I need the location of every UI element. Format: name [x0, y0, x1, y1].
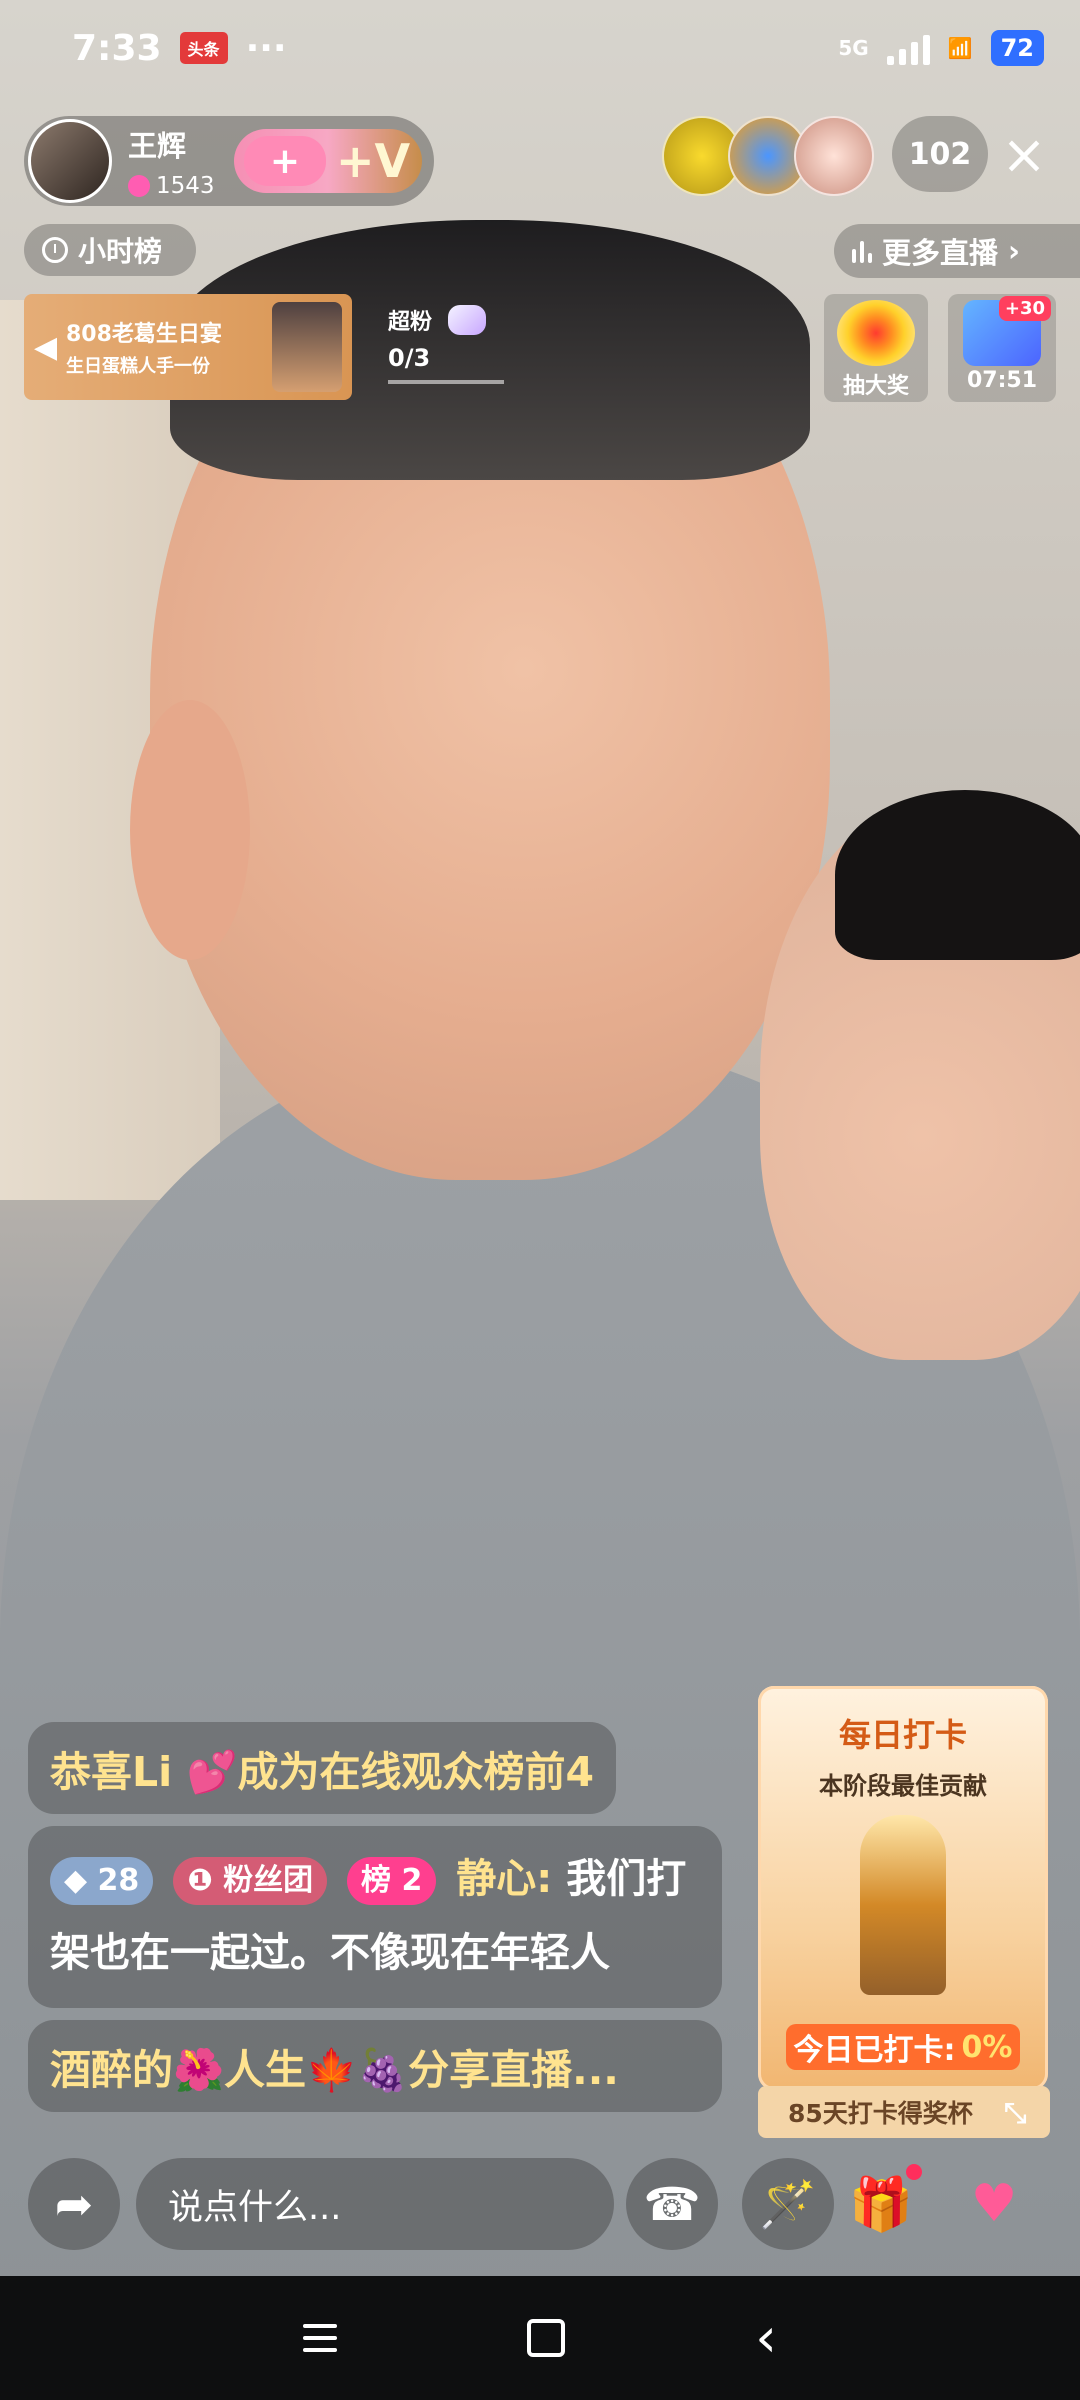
chat-message: 酒醉的🌺人生🍁🍇分享直播...	[28, 2020, 722, 2112]
bonus-timer-widget[interactable]: +30 07:51	[948, 294, 1056, 402]
host-avatar[interactable]	[28, 119, 112, 203]
back-icon[interactable]: ‹	[755, 2311, 777, 2365]
checkin-subtitle: 本阶段最佳贡献	[819, 1772, 987, 1800]
follow-button[interactable]: + +V	[234, 129, 422, 193]
fan-level-icon: ❶	[187, 1863, 213, 1898]
chat-list[interactable]: 恭喜Li 💕成为在线观众榜前4 ◆ 28 ❶ 粉丝团 榜 2 静心: 我们打架也…	[28, 1722, 725, 2124]
checkin-title: 每日打卡	[838, 1716, 967, 1754]
lottery-label: 抽大奖	[842, 374, 909, 399]
status-bar: 7:33 头条 ··· 5G 📶 72	[0, 0, 1080, 96]
v-follow-icon[interactable]: +V	[336, 134, 410, 188]
viewer-count[interactable]: 102	[892, 116, 988, 192]
host-ear-image	[130, 700, 250, 960]
superfan-gem-icon	[448, 305, 487, 335]
magic-tool-icon: 🪄	[759, 2176, 817, 2231]
signal-icon	[886, 31, 930, 65]
diamond-level-badge: ◆ 28	[50, 1857, 154, 1905]
promo-host-image	[272, 302, 342, 392]
close-icon[interactable]: ×	[996, 116, 1052, 192]
comment-input[interactable]: 说点什么...	[136, 2158, 614, 2250]
promo-subtitle: 生日蛋糕人手一份	[66, 356, 210, 377]
bottom-action-bar: ➦ 说点什么... ☎ 🪄 🎁 ♥	[0, 2158, 1080, 2268]
promo-left-arrow-icon[interactable]: ◀	[34, 330, 57, 365]
gift-icon: 🎁	[848, 2174, 914, 2235]
promo-text: 808老葛生日宴 生日蛋糕人手一份	[66, 316, 256, 378]
superfan-widget[interactable]: 超粉 0/3	[388, 304, 513, 384]
hour-rank-label: 小时榜	[78, 235, 163, 268]
android-navigation-bar: ‹	[0, 2276, 1080, 2400]
host-like-count: 1543	[156, 173, 215, 199]
gift-notification-dot	[906, 2164, 922, 2180]
checkin-progress-value: 0%	[961, 2029, 1013, 2065]
superfan-progress-line	[388, 380, 504, 384]
recent-apps-icon[interactable]	[303, 2324, 338, 2352]
bar-chart-icon	[852, 239, 872, 263]
status-right-icons: 5G 📶 72	[838, 30, 1044, 66]
rank-badge: 榜 2	[347, 1857, 437, 1905]
phone-call-icon: ☎	[643, 2177, 701, 2231]
chat-message: ◆ 28 ❶ 粉丝团 榜 2 静心: 我们打架也在一起过。不像现在年轻人	[28, 1826, 722, 2008]
lottery-icon	[837, 300, 915, 366]
heart-icon	[128, 175, 150, 197]
wifi-icon: 📶	[947, 36, 973, 60]
chat-username[interactable]: 静心:	[456, 1856, 552, 1902]
fan-club-label: 粉丝团	[223, 1863, 314, 1898]
host-info: 王辉 1543	[128, 123, 224, 199]
bonus-timer: 07:51	[966, 368, 1038, 393]
lottery-button[interactable]: 抽大奖	[824, 294, 928, 402]
hour-rank-button[interactable]: 小时榜	[24, 224, 196, 276]
clock-icon	[42, 237, 68, 263]
network-label: 5G	[838, 36, 869, 60]
comment-placeholder: 说点什么...	[168, 2187, 342, 2228]
follow-heart-button[interactable]: +	[244, 136, 326, 186]
home-icon[interactable]	[527, 2319, 566, 2357]
chat-message-text: 酒醉的🌺人生🍁🍇分享直播...	[50, 2046, 619, 2094]
more-status-icon: ···	[245, 27, 287, 69]
daily-checkin-card[interactable]: 每日打卡 本阶段最佳贡献 今日已打卡: 0%	[758, 1686, 1048, 2090]
diamond-icon: ◆	[64, 1863, 88, 1898]
guest-hair-image	[835, 790, 1080, 960]
voice-call-button[interactable]: ☎	[626, 2158, 718, 2250]
checkin-progress: 今日已打卡: 0%	[786, 2024, 1020, 2070]
host-card[interactable]: 王辉 1543 + +V	[24, 116, 434, 206]
follow-plus-icon: +	[269, 140, 301, 182]
promo-title: 808老葛生日宴	[66, 322, 222, 347]
status-time-group: 7:33 头条 ···	[72, 28, 287, 69]
battery-icon: 72	[990, 30, 1044, 66]
birthday-promo-card[interactable]: ◀ 808老葛生日宴 生日蛋糕人手一份	[24, 294, 352, 400]
checkin-reward-bar[interactable]: 85天打卡得奖杯 ⤡	[758, 2086, 1050, 2138]
share-button[interactable]: ➦	[28, 2158, 120, 2250]
toutiao-badge: 头条	[179, 32, 228, 64]
magic-tool-button[interactable]: 🪄	[742, 2158, 834, 2250]
share-arrow-icon: ➦	[54, 2177, 94, 2231]
trophy-icon	[860, 1815, 946, 1995]
checkin-reward-text: 85天打卡得奖杯	[788, 2099, 973, 2128]
host-likes: 1543	[128, 173, 224, 199]
more-live-label: 更多直播	[882, 236, 999, 270]
chat-message-text: 恭喜Li 💕成为在线观众榜前4	[50, 1748, 595, 1796]
superfan-label: 超粉	[388, 310, 433, 335]
fan-club-badge: ❶ 粉丝团	[173, 1857, 328, 1905]
chat-message: 恭喜Li 💕成为在线观众榜前4	[28, 1722, 617, 1814]
more-live-button[interactable]: 更多直播 ›	[834, 224, 1080, 278]
host-name: 王辉	[128, 129, 187, 163]
collapse-icon[interactable]: ⤡	[1004, 2096, 1036, 2129]
bonus-card-icon: +30	[963, 296, 1051, 366]
superfan-header: 超粉	[388, 304, 513, 336]
chevron-right-icon: ›	[1008, 234, 1020, 268]
checkin-progress-label: 今日已打卡:	[793, 2033, 956, 2068]
heart-gift-button[interactable]: ♥	[948, 2158, 1040, 2250]
superfan-count: 0/3	[388, 344, 431, 372]
status-time: 7:33	[72, 27, 162, 69]
viewer-avatar-3[interactable]	[794, 116, 874, 196]
heart-plus-icon: ♥	[970, 2174, 1018, 2234]
viewer-avatar-list[interactable]	[662, 116, 874, 196]
bonus-badge: +30	[998, 296, 1051, 321]
diamond-level: 28	[97, 1863, 140, 1898]
